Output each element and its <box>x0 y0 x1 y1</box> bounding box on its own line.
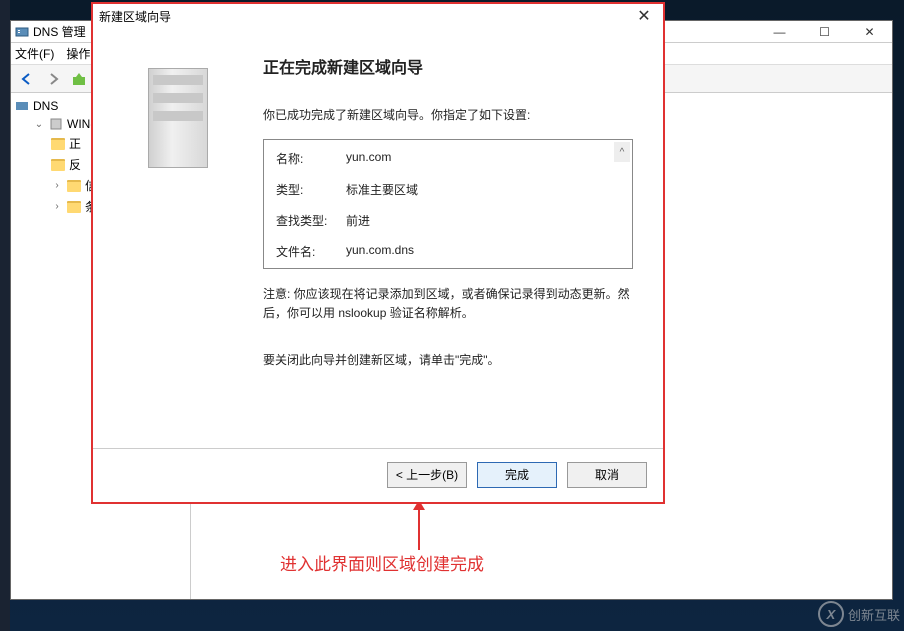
summary-box: ^ 名称:yun.com 类型:标准主要区域 查找类型:前进 文件名:yun.c… <box>263 139 633 269</box>
arrow-line <box>418 510 420 550</box>
window-controls: — ☐ ✕ <box>757 21 892 43</box>
menu-action[interactable]: 操作 <box>66 45 90 62</box>
summary-label: 类型: <box>276 181 346 198</box>
forward-button[interactable] <box>41 68 65 90</box>
wizard-heading: 正在完成新建区域向导 <box>263 54 633 78</box>
tree-item-label: 反 <box>69 156 81 173</box>
watermark-text: 创新互联 <box>848 605 900 624</box>
back-button[interactable]: < 上一步(B) <box>387 462 467 488</box>
main-title-text: DNS 管理 <box>33 23 86 40</box>
wizard-close-button[interactable]: ✕ <box>629 6 659 26</box>
back-button[interactable] <box>15 68 39 90</box>
folder-icon <box>51 159 65 171</box>
taskbar-left-strip <box>0 0 10 631</box>
server-illustration <box>148 68 208 168</box>
summary-row: 文件名:yun.com.dns <box>276 243 620 260</box>
summary-scroll-up[interactable]: ^ <box>614 142 630 162</box>
wizard-sidebar-graphic <box>93 28 263 448</box>
cancel-button[interactable]: 取消 <box>567 462 647 488</box>
summary-value: 标准主要区域 <box>346 181 418 198</box>
folder-icon <box>67 180 81 192</box>
finish-button[interactable]: 完成 <box>477 462 557 488</box>
summary-label: 查找类型: <box>276 212 346 229</box>
summary-label: 名称: <box>276 150 346 167</box>
expand-icon[interactable]: › <box>51 201 63 212</box>
wizard-footer: < 上一步(B) 完成 取消 <box>93 448 663 500</box>
minimize-button[interactable]: — <box>757 21 802 43</box>
new-zone-wizard-dialog: 新建区域向导 ✕ 正在完成新建区域向导 你已成功完成了新建区域向导。你指定了如下… <box>93 4 663 502</box>
red-arrow-annotation <box>413 500 425 550</box>
folder-icon <box>67 201 81 213</box>
wizard-content: 正在完成新建区域向导 你已成功完成了新建区域向导。你指定了如下设置: ^ 名称:… <box>263 28 663 448</box>
wizard-close-instruction: 要关闭此向导并创建新区域，请单击"完成"。 <box>263 351 633 370</box>
close-button[interactable]: ✕ <box>847 21 892 43</box>
menu-file[interactable]: 文件(F) <box>15 45 54 62</box>
summary-value: 前进 <box>346 212 370 229</box>
wizard-title-text: 新建区域向导 <box>99 8 171 25</box>
dns-app-icon <box>15 25 29 39</box>
maximize-button[interactable]: ☐ <box>802 21 847 43</box>
tree-item-label: 正 <box>69 135 81 152</box>
watermark: X 创新互联 <box>818 601 900 627</box>
summary-row: 类型:标准主要区域 <box>276 181 620 198</box>
annotation-text: 进入此界面则区域创建完成 <box>280 550 484 575</box>
up-button[interactable] <box>67 68 91 90</box>
wizard-note: 注意: 你应该现在将记录添加到区域，或者确保记录得到动态更新。然后，你可以用 n… <box>263 285 633 323</box>
summary-row: 名称:yun.com <box>276 150 620 167</box>
expand-icon[interactable]: ⌄ <box>33 119 45 130</box>
summary-row: 查找类型:前进 <box>276 212 620 229</box>
desktop-background: DNS 管理 — ☐ ✕ 文件(F) 操作 DNS ⌄ <box>0 0 904 631</box>
wizard-body: 正在完成新建区域向导 你已成功完成了新建区域向导。你指定了如下设置: ^ 名称:… <box>93 28 663 448</box>
summary-value: yun.com <box>346 150 391 167</box>
dns-icon <box>15 99 29 113</box>
summary-value: yun.com.dns <box>346 243 414 260</box>
wizard-titlebar: 新建区域向导 ✕ <box>93 4 663 28</box>
expand-icon[interactable]: › <box>51 180 63 191</box>
folder-icon <box>51 138 65 150</box>
server-icon <box>49 117 63 131</box>
watermark-logo: X <box>818 601 844 627</box>
tree-root-label: DNS <box>33 99 58 113</box>
summary-label: 文件名: <box>276 243 346 260</box>
wizard-intro: 你已成功完成了新建区域向导。你指定了如下设置: <box>263 106 633 123</box>
